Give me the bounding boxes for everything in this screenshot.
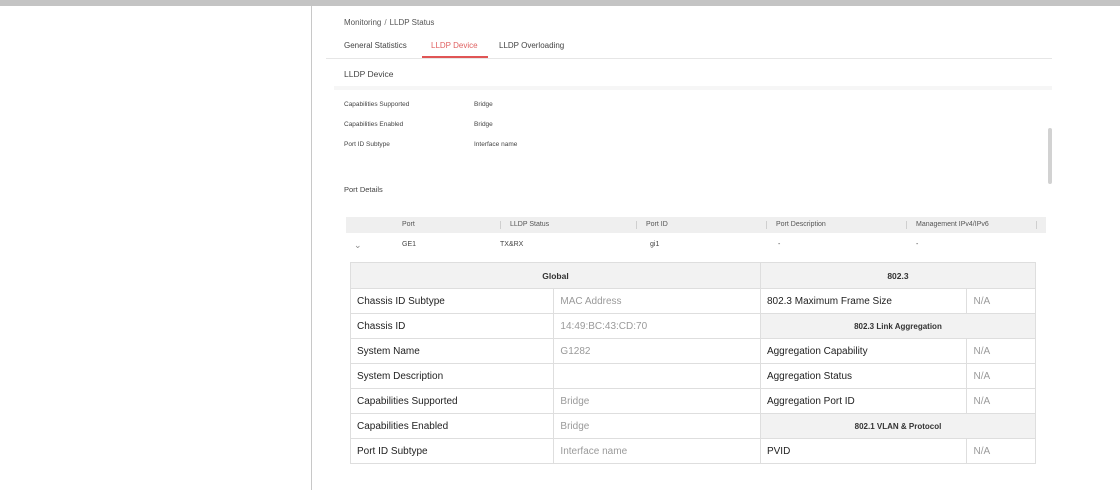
field-label: Aggregation Status [759, 363, 968, 389]
info-label: Port ID Subtype [344, 141, 390, 148]
global-header: Global [350, 262, 761, 289]
subsection-header: 802.1 VLAN & Protocol [759, 413, 1037, 439]
cell-port-description: - [778, 241, 781, 248]
table-row: Chassis ID Subtype MAC Address 802.3 Max… [349, 288, 1036, 314]
table-row: Capabilities Supported Bridge Aggregatio… [349, 388, 1036, 414]
column-divider [766, 221, 767, 229]
table-row: System Description Aggregation Status N/… [349, 363, 1036, 389]
field-label: System Description [349, 363, 555, 389]
field-value: N/A [966, 363, 1036, 389]
field-label: 802.3 Maximum Frame Size [759, 288, 968, 314]
info-label: Capabilities Enabled [344, 121, 404, 128]
field-value: N/A [966, 388, 1036, 414]
top-border [0, 0, 1120, 6]
info-value: Interface name [474, 141, 518, 148]
info-value: Bridge [474, 121, 493, 128]
column-divider [1036, 221, 1037, 229]
column-header-port-id[interactable]: Port ID [646, 221, 668, 228]
column-header-port[interactable]: Port [402, 221, 415, 228]
breadcrumb: Monitoring / LLDP Status [344, 18, 434, 27]
field-value: 14:49:BC:43:CD:70 [553, 313, 761, 339]
table-row: Chassis ID 14:49:BC:43:CD:70 802.3 Link … [349, 313, 1037, 339]
ieee-header: 802.3 [759, 262, 1037, 289]
table-row: Capabilities Enabled Bridge 802.1 VLAN &… [349, 413, 1037, 439]
field-label: PVID [759, 438, 968, 464]
field-label: Capabilities Supported [349, 388, 555, 414]
panel-scrollbar[interactable] [1048, 128, 1052, 184]
field-label: Aggregation Capability [759, 338, 968, 364]
port-details-title: Port Details [344, 185, 383, 194]
field-value: Interface name [553, 438, 761, 464]
info-value: Bridge [474, 101, 493, 108]
column-header-port-description[interactable]: Port Description [776, 221, 826, 228]
tab-general-statistics[interactable]: General Statistics [344, 39, 407, 57]
field-label: System Name [349, 338, 555, 364]
subsection-header: 802.3 Link Aggregation [759, 313, 1037, 339]
breadcrumb-current: LLDP Status [389, 18, 435, 27]
chevron-down-icon[interactable]: ⌄ [354, 240, 362, 251]
table-row[interactable]: ⌄ GE1 TX&RX gi1 - - [346, 237, 1046, 253]
field-label: Capabilities Enabled [349, 413, 555, 439]
column-divider [500, 221, 501, 229]
column-divider [906, 221, 907, 229]
column-divider [636, 221, 637, 229]
tabs-divider [326, 58, 1052, 59]
field-label: Chassis ID [349, 313, 555, 339]
table-row: Port ID Subtype Interface name PVID N/A [349, 438, 1036, 464]
field-value: N/A [966, 338, 1036, 364]
lldp-detail-table: Global 802.3 Chassis ID Subtype MAC Addr… [349, 262, 1037, 464]
field-value [553, 363, 761, 389]
column-header-management[interactable]: Management IPv4/IPv6 [916, 221, 989, 228]
section-title: LLDP Device [344, 69, 394, 79]
field-value: N/A [966, 288, 1036, 314]
cell-lldp-status: TX&RX [500, 241, 524, 248]
field-value: N/A [966, 438, 1036, 464]
field-value: G1282 [553, 338, 761, 364]
field-value: Bridge [553, 413, 761, 439]
cell-management: - [916, 241, 919, 248]
field-label: Aggregation Port ID [759, 388, 968, 414]
field-value: Bridge [553, 388, 761, 414]
field-label: Port ID Subtype [349, 438, 555, 464]
cell-port: GE1 [402, 241, 417, 248]
field-value: MAC Address [553, 288, 761, 314]
info-label: Capabilities Supported [344, 101, 410, 108]
tab-lldp-device[interactable]: LLDP Device [431, 39, 478, 57]
sidebar-divider [311, 6, 312, 490]
panel-header-strip [334, 86, 1052, 90]
column-header-lldp-status[interactable]: LLDP Status [510, 221, 549, 228]
tab-lldp-overloading[interactable]: LLDP Overloading [499, 39, 564, 57]
cell-port-id: gi1 [650, 241, 660, 248]
table-row: System Name G1282 Aggregation Capability… [349, 338, 1036, 364]
field-label: Chassis ID Subtype [349, 288, 555, 314]
detail-header-row: Global 802.3 [350, 262, 1037, 289]
breadcrumb-separator: / [384, 18, 387, 27]
breadcrumb-parent[interactable]: Monitoring [344, 18, 381, 27]
port-table-header: Port LLDP Status Port ID Port Descriptio… [346, 217, 1046, 233]
